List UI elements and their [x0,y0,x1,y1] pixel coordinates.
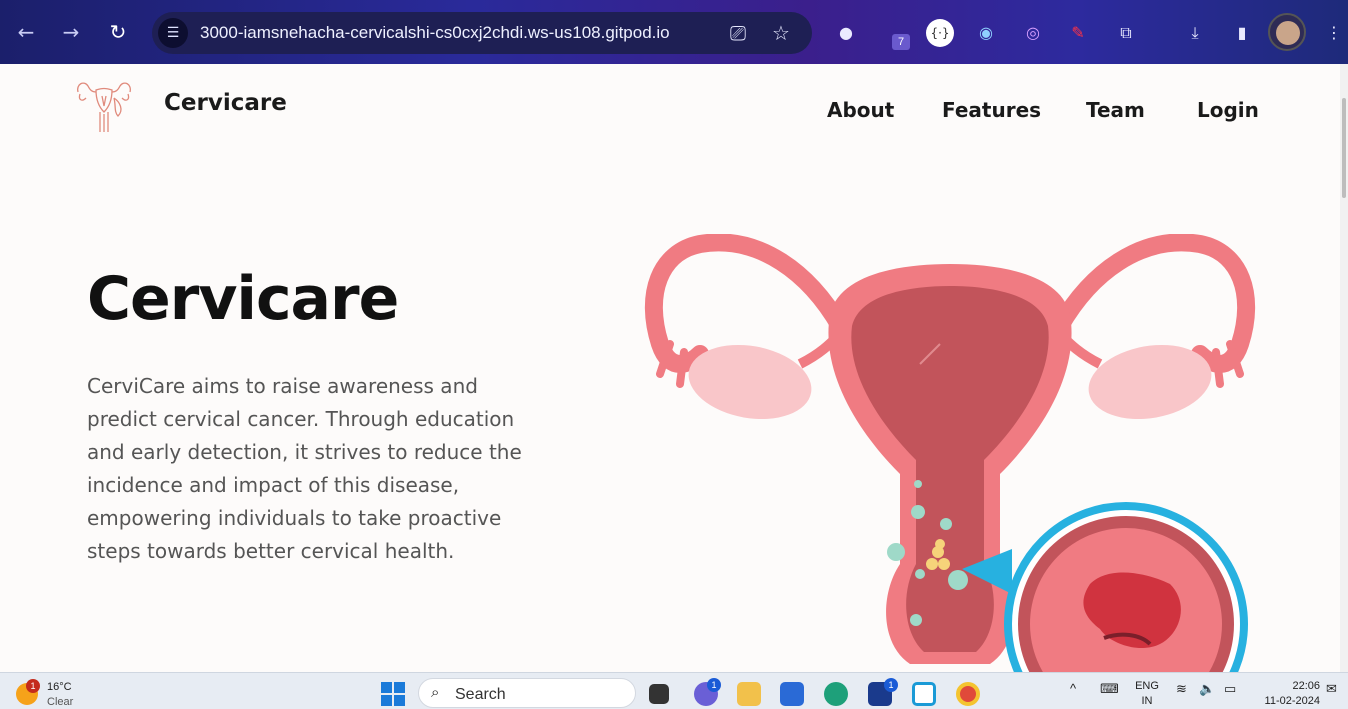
nav-team[interactable]: Team [1086,98,1145,122]
clock-time: 22:06 [1292,680,1320,692]
clock-date: 11-02-2024 [1264,695,1320,707]
extension-braces-icon[interactable]: {·} [926,19,954,47]
system-clock[interactable]: 22:06 11-02-2024 [1256,679,1320,709]
address-bar[interactable]: ☰ 3000-iamsnehacha-cervicalshi-cs0cxj2ch… [152,12,812,54]
weather-badge: 1 [26,679,40,693]
url-text[interactable]: 3000-iamsnehacha-cervicalshi-cs0cxj2chdi… [200,23,670,43]
nav-about[interactable]: About [827,98,894,122]
wifi-icon[interactable]: ≋ [1176,681,1187,697]
nav-features[interactable]: Features [942,98,1041,122]
search-placeholder: Search [455,686,506,703]
back-icon[interactable]: ← [14,20,38,44]
language-indicator[interactable]: ENG IN [1132,679,1162,709]
install-app-icon[interactable]: ⎚ [730,21,746,45]
site-info-icon[interactable]: ☰ [158,18,188,48]
extension-clock-icon[interactable]: ◉ [972,19,1000,47]
windows-start-icon[interactable] [381,682,405,706]
forward-icon[interactable]: → [59,20,83,44]
uterus-logo-icon[interactable] [74,78,134,134]
file-explorer-icon[interactable] [737,682,761,706]
menu-kebab-icon[interactable]: ⋮ [1320,19,1348,47]
taskbar-search[interactable]: ⌕ Search [418,678,636,708]
hero-description: CerviCare aims to raise awareness and pr… [87,374,522,563]
reload-icon[interactable]: ↻ [106,20,130,44]
launcher-badge: 1 [884,678,898,692]
region-code: IN [1141,695,1153,707]
cervix-illustration [644,234,1256,672]
side-panel-icon[interactable]: ▮ [1228,19,1256,47]
browser-toolbar: ← → ↻ ☰ 3000-iamsnehacha-cervicalshi-cs0… [0,0,1348,64]
brand-name[interactable]: Cervicare [164,90,287,116]
extensions-puzzle-icon[interactable]: ⧉ [1112,19,1140,47]
notifications-icon[interactable]: ✉ [1326,681,1337,697]
extension-pen-icon[interactable]: ✎ [1064,19,1092,47]
bookmark-star-icon[interactable]: ☆ [772,21,790,45]
language-code: ENG [1135,680,1159,692]
nav-login[interactable]: Login [1197,98,1259,122]
cortana-icon[interactable] [912,682,936,706]
edge-icon[interactable] [824,682,848,706]
store-icon[interactable] [780,682,804,706]
web-page: Cervicare About Features Team Login Cerv… [0,64,1340,672]
windows-taskbar: 1 16°C Clear ⌕ Search 1 1 ^ ⌨ ENG IN ≋ 🔈… [0,672,1348,709]
weather-temp: 16°C [47,681,72,693]
chat-badge: 1 [707,678,721,692]
hero-title: Cervicare [87,264,399,334]
weather-condition: Clear [47,696,74,708]
download-icon[interactable]: ⤓ [1181,19,1209,47]
extension-bug-icon[interactable]: ● [832,19,860,47]
task-view-icon[interactable] [649,684,669,704]
search-icon: ⌕ [431,684,440,701]
extension-target-icon[interactable]: ◎ [1019,19,1047,47]
volume-icon[interactable]: 🔈 [1199,681,1215,697]
keyboard-icon[interactable]: ⌨ [1100,681,1119,697]
page-scrollbar[interactable] [1340,64,1348,672]
tray-overflow-icon[interactable]: ^ [1070,681,1076,696]
extension-badge: 7 [892,34,910,50]
battery-icon[interactable]: ▭ [1224,681,1236,697]
profile-avatar[interactable] [1268,13,1306,51]
chrome-icon[interactable] [956,682,980,706]
